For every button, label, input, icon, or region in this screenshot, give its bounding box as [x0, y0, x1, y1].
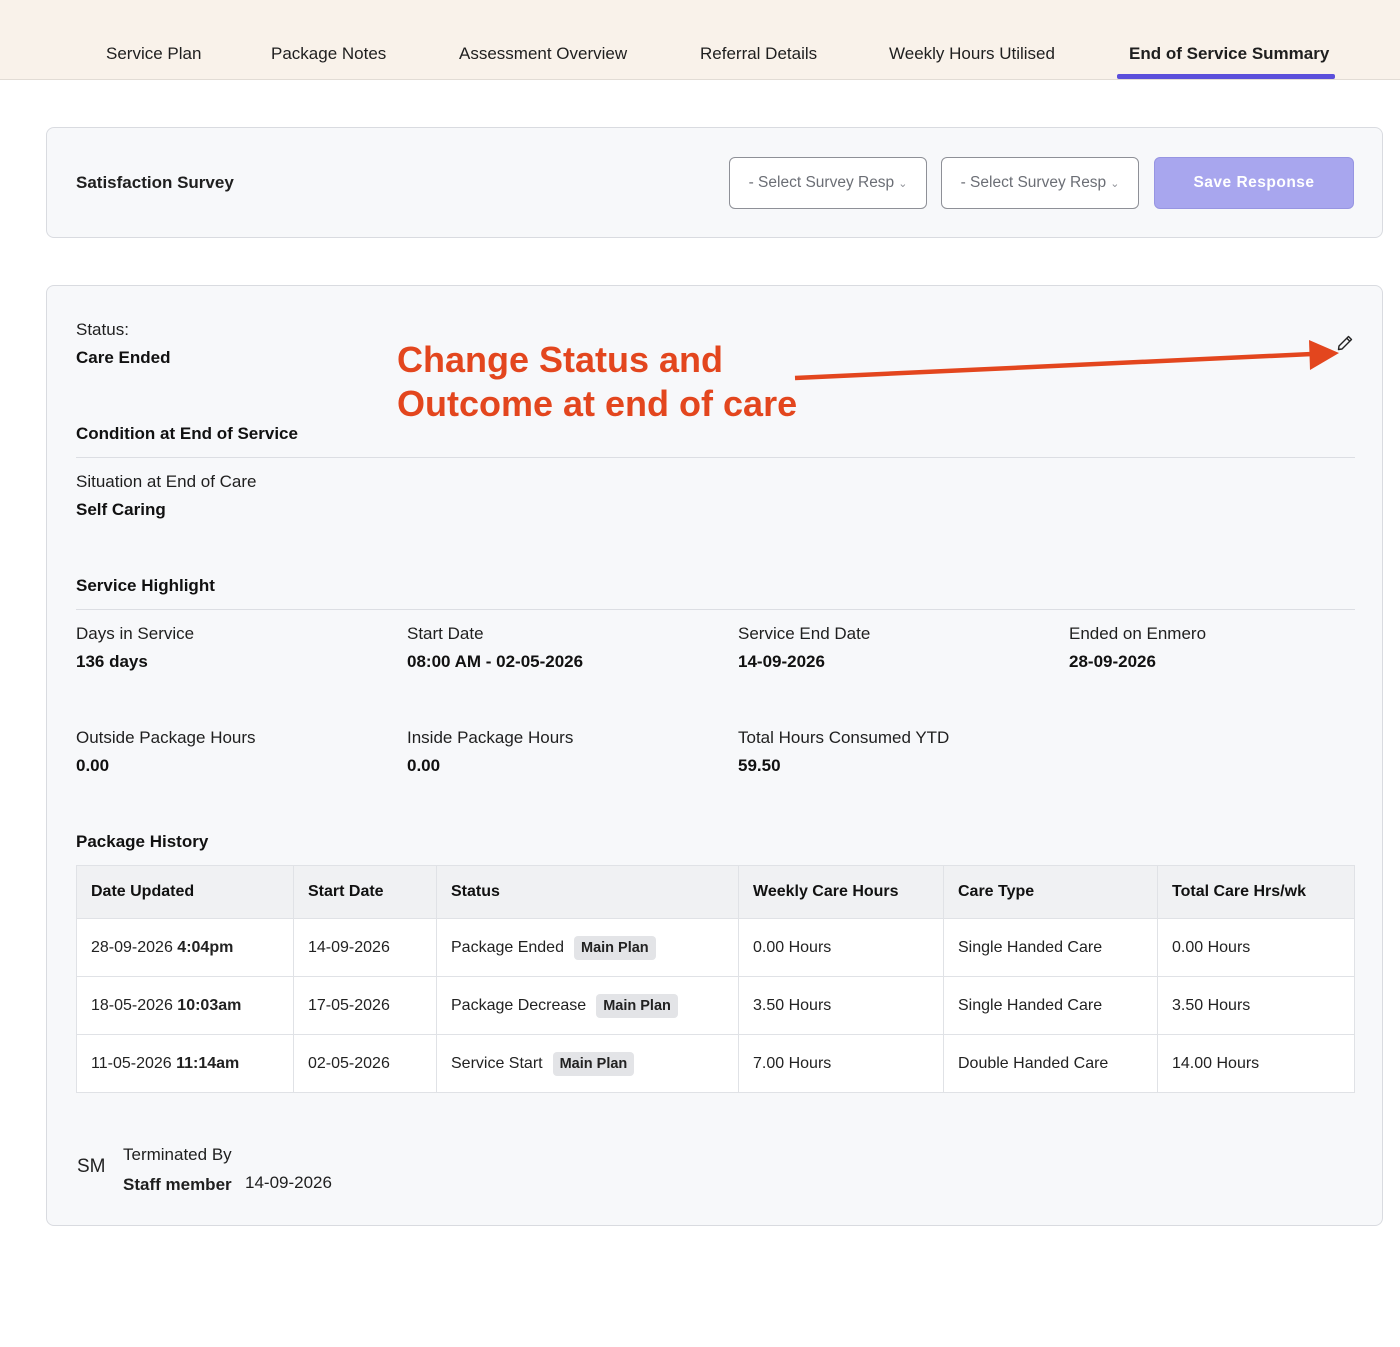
select-value: - Select Survey Resp: [960, 174, 1107, 191]
start-date-label: Start Date: [407, 624, 484, 643]
care-type-cell: Single Handed Care: [943, 976, 1158, 1035]
terminated-by-name: Staff member: [123, 1175, 232, 1194]
annotation-line-1: Change Status and: [397, 339, 724, 380]
tab-weekly-hours-utilised[interactable]: Weekly Hours Utilised: [889, 44, 1055, 64]
inside-package-hours-value: 0.00: [407, 756, 441, 775]
tab-service-plan[interactable]: Service Plan: [106, 44, 201, 64]
inside-package-hours-label: Inside Package Hours: [407, 728, 574, 747]
package-history-title: Package History: [76, 832, 209, 851]
situation-value: Self Caring: [76, 500, 166, 519]
column-header: Total Care Hrs/wk: [1157, 865, 1355, 919]
end-of-service-card: Status: Care Ended Change Status and Out…: [46, 285, 1383, 1226]
service-end-date-value: 14-09-2026: [738, 652, 825, 671]
service-highlight-title: Service Highlight: [76, 576, 215, 595]
tab-package-notes[interactable]: Package Notes: [271, 44, 386, 64]
time-text: 11:14am: [176, 1054, 240, 1072]
ended-on-enmero-label: Ended on Enmero: [1069, 624, 1207, 643]
weekly-hours-cell: 3.50 Hours: [738, 976, 944, 1035]
pencil-icon[interactable]: [1336, 334, 1354, 352]
chevron-down-icon: ⌄: [898, 177, 908, 190]
terminated-by-label: Terminated By: [123, 1145, 232, 1164]
situation-label: Situation at End of Care: [76, 472, 257, 491]
total-hours-ytd-label: Total Hours Consumed YTD: [738, 728, 950, 747]
save-response-button[interactable]: Save Response: [1154, 157, 1354, 209]
time-text: 10:03am: [177, 996, 242, 1014]
column-header: Date Updated: [76, 865, 294, 919]
status-text: Service Start: [451, 1054, 543, 1072]
start-date-cell: 14-09-2026: [293, 918, 437, 977]
select-value: - Select Survey Resp: [748, 174, 895, 191]
active-tab-indicator: [1117, 74, 1335, 79]
service-end-date-label: Service End Date: [738, 624, 871, 643]
condition-section-title: Condition at End of Service: [76, 424, 298, 443]
status-value: Care Ended: [76, 348, 171, 367]
tab-end-of-service-summary[interactable]: End of Service Summary: [1129, 44, 1329, 64]
terminated-date: 14-09-2026: [245, 1173, 332, 1192]
ended-on-enmero-value: 28-09-2026: [1069, 652, 1156, 671]
table-row: 28-09-2026 4:04pm 14-09-2026 Package End…: [76, 918, 1355, 977]
table-header-row: Date Updated Start Date Status Weekly Ca…: [76, 865, 1355, 919]
divider: [76, 457, 1355, 458]
table-row: 18-05-2026 10:03am 17-05-2026 Package De…: [76, 976, 1355, 1035]
total-hours-cell: 3.50 Hours: [1157, 976, 1355, 1035]
start-date-cell: 02-05-2026: [293, 1034, 437, 1093]
survey-response-select-1[interactable]: - Select Survey Resp ⌄: [729, 157, 927, 209]
status-cell: Service Start Main Plan: [436, 1034, 739, 1093]
arrow-right-icon: [794, 340, 1339, 381]
date-updated-cell: 18-05-2026 10:03am: [76, 976, 294, 1035]
status-label: Status:: [76, 320, 129, 339]
plan-badge: Main Plan: [552, 1051, 635, 1076]
care-type-cell: Double Handed Care: [943, 1034, 1158, 1093]
status-cell: Package Decrease Main Plan: [436, 976, 739, 1035]
days-in-service-value: 136 days: [76, 652, 148, 671]
weekly-hours-cell: 7.00 Hours: [738, 1034, 944, 1093]
column-header: Status: [436, 865, 739, 919]
date-text: 11-05-2026: [91, 1054, 172, 1072]
tab-referral-details[interactable]: Referral Details: [700, 44, 817, 64]
total-hours-cell: 0.00 Hours: [1157, 918, 1355, 977]
status-text: Package Decrease: [451, 996, 587, 1014]
status-text: Package Ended: [451, 938, 564, 956]
annotation-text: Change Status and Outcome at end of care: [397, 338, 797, 426]
date-text: 18-05-2026: [91, 996, 173, 1014]
status-cell: Package Ended Main Plan: [436, 918, 739, 977]
plan-badge: Main Plan: [573, 935, 656, 960]
table-row: 11-05-2026 11:14am 02-05-2026 Service St…: [76, 1034, 1355, 1093]
date-updated-cell: 11-05-2026 11:14am: [76, 1034, 294, 1093]
start-date-cell: 17-05-2026: [293, 976, 437, 1035]
plan-badge: Main Plan: [596, 993, 678, 1018]
avatar: SM: [77, 1156, 106, 1177]
date-updated-cell: 28-09-2026 4:04pm: [76, 918, 294, 977]
care-type-cell: Single Handed Care: [943, 918, 1158, 977]
column-header: Weekly Care Hours: [738, 865, 944, 919]
tab-assessment-overview[interactable]: Assessment Overview: [459, 44, 627, 64]
package-history-table: Date Updated Start Date Status Weekly Ca…: [76, 865, 1355, 1093]
days-in-service-label: Days in Service: [76, 624, 195, 643]
start-date-value: 08:00 AM - 02-05-2026: [407, 652, 584, 671]
total-hours-ytd-value: 59.50: [738, 756, 781, 775]
weekly-hours-cell: 0.00 Hours: [738, 918, 944, 977]
tab-bar: Service Plan Package Notes Assessment Ov…: [0, 0, 1400, 80]
survey-response-select-2[interactable]: - Select Survey Resp ⌄: [941, 157, 1139, 209]
outside-package-hours-label: Outside Package Hours: [76, 728, 256, 747]
total-hours-cell: 14.00 Hours: [1157, 1034, 1355, 1093]
annotation-line-2: Outcome at end of care: [397, 383, 798, 424]
column-header: Start Date: [293, 865, 437, 919]
date-text: 28-09-2026: [91, 938, 173, 956]
chevron-down-icon: ⌄: [1110, 177, 1120, 190]
divider: [76, 609, 1355, 610]
outside-package-hours-value: 0.00: [76, 756, 110, 775]
time-text: 4:04pm: [177, 938, 234, 956]
column-header: Care Type: [943, 865, 1158, 919]
satisfaction-survey-card: Satisfaction Survey - Select Survey Resp…: [46, 127, 1383, 238]
survey-title: Satisfaction Survey: [76, 173, 234, 192]
